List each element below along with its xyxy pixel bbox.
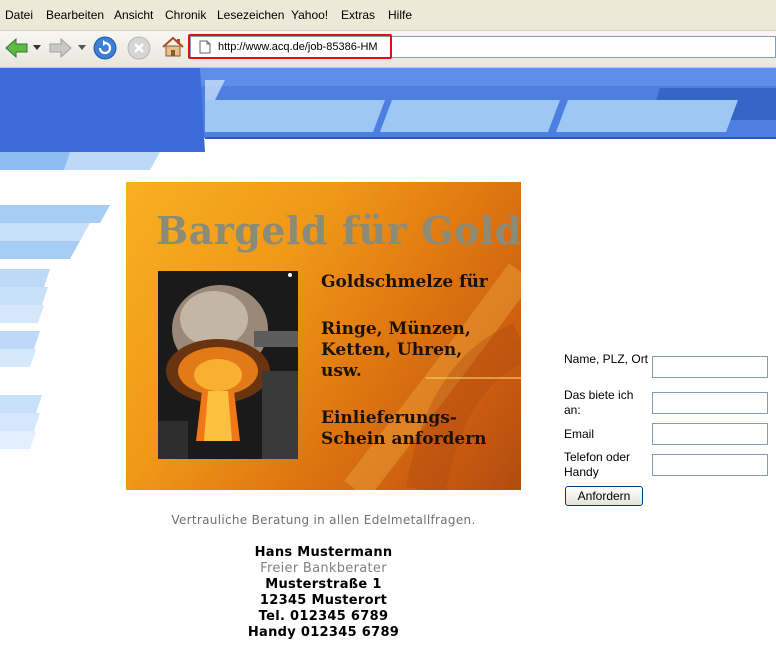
email-input[interactable] [652, 423, 768, 445]
phone-input[interactable] [652, 454, 768, 476]
email-label: Email [564, 427, 595, 441]
gold-advertisement: Bargeld für Gold Goldschmelze für Ringe,… [126, 182, 521, 490]
tagline: Vertrauliche Beratung in allen Edelmetal… [171, 513, 476, 527]
forward-arrow-icon[interactable] [47, 37, 73, 59]
stop-icon[interactable] [127, 36, 151, 60]
menu-bar: Datei Bearbeiten Ansicht Chronik Lesezei… [0, 0, 776, 31]
contact-name: Hans Mustermann [254, 545, 393, 560]
side-decoration [0, 205, 110, 449]
ad-text-ketten: Ketten, Uhren, [321, 340, 463, 360]
back-arrow-icon[interactable] [4, 37, 30, 59]
home-icon[interactable] [161, 35, 185, 59]
menu-yahoo[interactable]: Yahoo! [291, 8, 328, 22]
anfordern-button[interactable]: Anfordern [565, 486, 643, 506]
ad-title: Bargeld für Gold [156, 208, 521, 253]
navigation-toolbar: http://www.acq.de/job-85386-HM [0, 31, 776, 68]
menu-datei[interactable]: Datei [5, 8, 33, 22]
contact-mobile: Handy 012345 6789 [247, 625, 400, 640]
ad-text-usw: usw. [321, 361, 362, 381]
back-dropdown-icon[interactable] [33, 45, 41, 51]
url-highlight-box [188, 34, 392, 59]
menu-ansicht[interactable]: Ansicht [114, 8, 153, 22]
forward-dropdown-icon[interactable] [78, 45, 86, 51]
contact-street: Musterstraße 1 [265, 577, 382, 592]
contact-tel: Tel. 012345 6789 [258, 609, 389, 624]
ad-text-einlieferungs: Einlieferungs- [321, 408, 457, 428]
reload-icon[interactable] [93, 36, 117, 60]
menu-chronik[interactable]: Chronik [165, 8, 206, 22]
header-banner [0, 68, 776, 170]
name-input[interactable] [652, 356, 768, 378]
ad-text-goldschmelze: Goldschmelze für [321, 272, 488, 292]
gold-melting-photo [158, 271, 298, 459]
ad-text-ringe: Ringe, Münzen, [321, 319, 471, 339]
name-label: Name, PLZ, Ort [564, 352, 649, 366]
menu-extras[interactable]: Extras [341, 8, 375, 22]
offer-label: Das biete ich an: [564, 388, 634, 417]
menu-bearbeiten[interactable]: Bearbeiten [46, 8, 104, 22]
contact-city: 12345 Musterort [259, 593, 388, 608]
menu-lesezeichen[interactable]: Lesezeichen [217, 8, 284, 22]
offer-input[interactable] [652, 392, 768, 414]
phone-label: Telefon oder Handy [564, 450, 631, 479]
contact-role: Freier Bankberater [260, 561, 387, 576]
menu-hilfe[interactable]: Hilfe [388, 8, 412, 22]
ad-text-schein: Schein anfordern [321, 429, 487, 449]
